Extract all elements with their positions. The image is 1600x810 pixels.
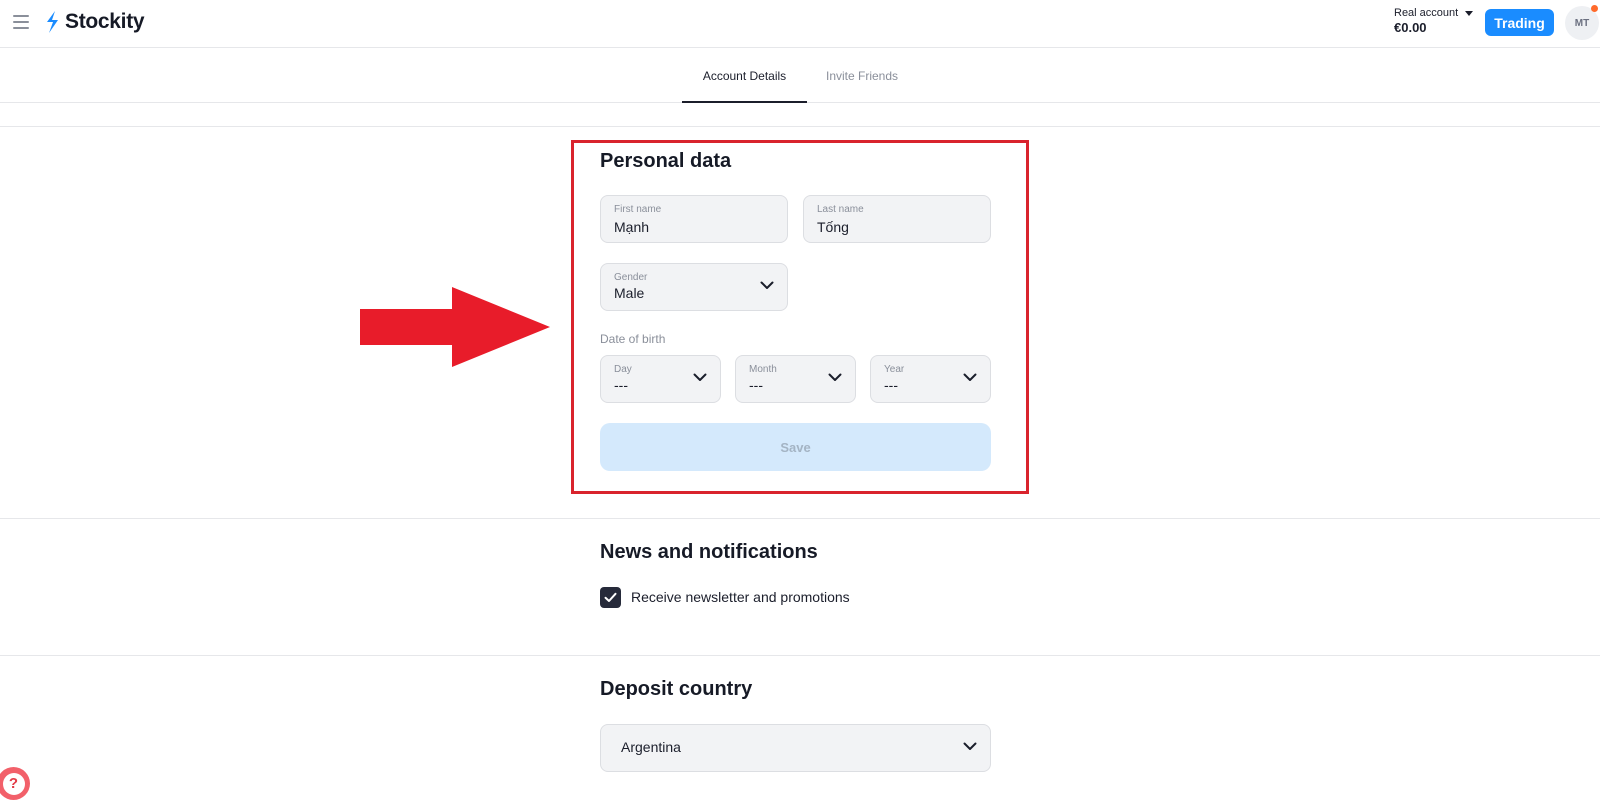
deposit-country-title: Deposit country: [600, 678, 753, 700]
logo-text: Stockity: [65, 10, 145, 33]
caret-down-icon: [1465, 10, 1474, 16]
divider: [0, 655, 1600, 656]
hamburger-menu-icon[interactable]: [13, 15, 29, 29]
highlight-box: [571, 140, 1029, 494]
avatar[interactable]: MT: [1565, 5, 1599, 40]
divider: [0, 126, 1600, 127]
account-balance: €0.00: [1394, 20, 1427, 35]
divider: [0, 518, 1600, 519]
help-button[interactable]: ?: [0, 767, 30, 800]
tab-invite-friends[interactable]: Invite Friends: [807, 48, 917, 103]
check-icon: [604, 592, 617, 602]
profile-tabs: Account Details Invite Friends: [0, 48, 1600, 103]
deposit-country-value: Argentina: [621, 739, 681, 755]
red-arrow-icon: [360, 287, 550, 367]
newsletter-checkbox[interactable]: [600, 587, 621, 608]
news-title: News and notifications: [600, 541, 818, 563]
account-type-label: Real account: [1394, 7, 1459, 19]
top-header: Stockity Real account €0.00 Trading MT: [0, 0, 1600, 48]
avatar-initials: MT: [1574, 17, 1590, 29]
newsletter-label[interactable]: Receive newsletter and promotions: [631, 589, 850, 605]
trading-button[interactable]: Trading: [1485, 9, 1554, 36]
account-type: Real account: [1394, 7, 1474, 19]
notification-dot: [1591, 5, 1598, 12]
deposit-country-select[interactable]: Argentina: [600, 724, 991, 772]
logo[interactable]: Stockity: [44, 10, 145, 34]
chevron-down-icon: [963, 742, 977, 750]
tab-account-details[interactable]: Account Details: [682, 48, 807, 103]
question-icon: ?: [2, 772, 25, 795]
stockity-logo-icon: [47, 11, 58, 33]
account-selector[interactable]: Real account €0.00: [1394, 7, 1474, 35]
